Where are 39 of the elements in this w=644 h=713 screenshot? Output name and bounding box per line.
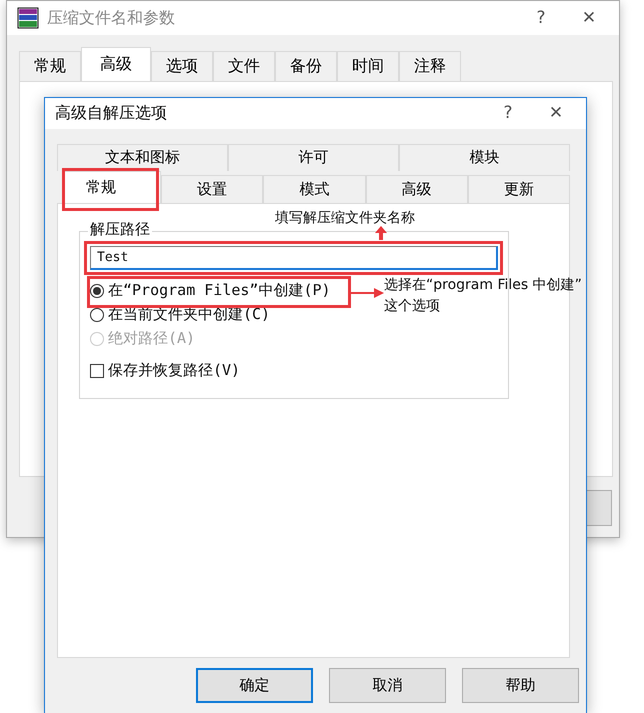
annotation-text: 选择在“program Files 中创建” (384, 276, 582, 295)
tab[interactable]: 文件 (213, 51, 275, 81)
close-button[interactable]: ✕ (536, 103, 576, 124)
tab[interactable]: 备份 (275, 51, 337, 81)
option-label[interactable]: 在“Program Files”中创建(P) (108, 281, 331, 300)
tab[interactable]: 时间 (337, 51, 399, 81)
help-button[interactable]: ? (488, 103, 528, 124)
tab[interactable]: 高级 (366, 174, 468, 203)
tab[interactable]: 模式 (263, 174, 366, 203)
tab[interactable]: 设置 (161, 174, 264, 203)
group-title: 解压路径 (88, 220, 152, 239)
tab[interactable]: 模块 (399, 144, 570, 171)
tab[interactable]: 注释 (399, 51, 461, 81)
tab[interactable]: 常规 (19, 51, 81, 81)
tab[interactable]: 选项 (151, 51, 213, 81)
checkbox[interactable] (90, 364, 104, 378)
option-label[interactable]: 保存并恢复路径(V) (108, 361, 240, 380)
help-button[interactable]: ? (521, 8, 561, 28)
annotation-text: 这个选项 (384, 297, 441, 316)
tab[interactable]: 高级 (81, 47, 151, 81)
radio-button[interactable] (90, 284, 104, 298)
radio-button[interactable] (90, 308, 104, 322)
window-title: 压缩文件名和参数 (47, 8, 176, 28)
annotation-text: 填写解压缩文件夹名称 (275, 209, 415, 228)
dialog-button[interactable]: 确定 (196, 668, 313, 703)
option-label[interactable]: 在当前文件夹中创建(C) (108, 305, 270, 324)
arrow-icon (350, 287, 384, 299)
tab[interactable]: 常规 (63, 170, 161, 203)
arrow-icon (375, 226, 387, 240)
option-label: 绝对路径(A) (108, 329, 196, 348)
path-field[interactable]: Test (90, 246, 498, 270)
dialog-button[interactable]: 帮助 (462, 668, 579, 703)
tab[interactable]: 更新 (468, 174, 570, 203)
tab[interactable]: 文本和图标 (57, 144, 228, 171)
tab[interactable]: 许可 (228, 144, 399, 171)
close-button[interactable]: ✕ (569, 8, 609, 28)
archive-books-icon (17, 7, 39, 29)
dialog-title: 高级自解压选项 (55, 102, 168, 124)
dialog-button[interactable]: 取消 (329, 668, 446, 703)
